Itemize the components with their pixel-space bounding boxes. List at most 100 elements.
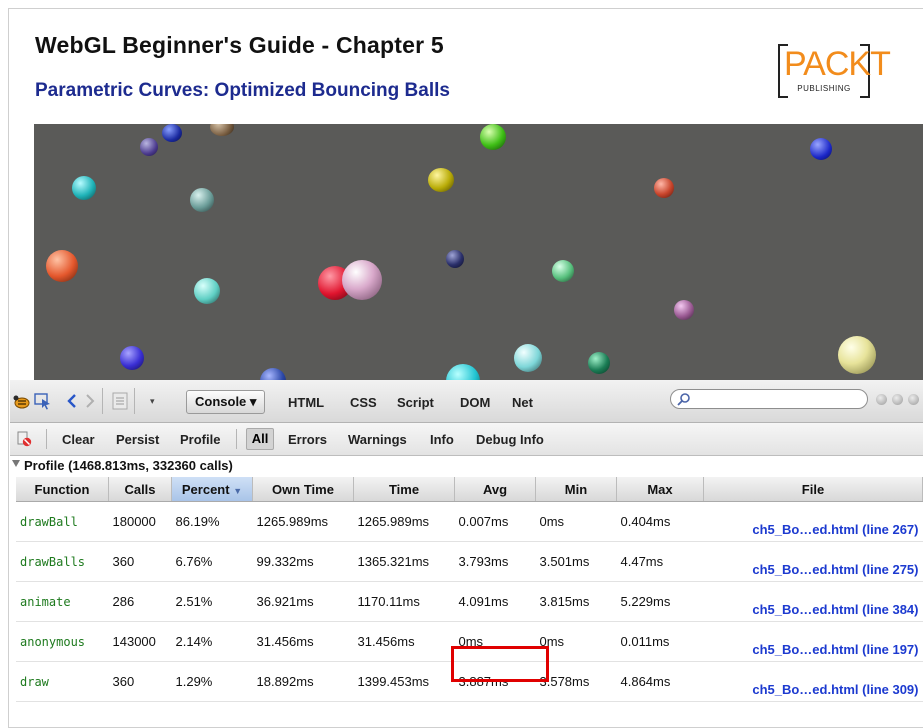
cell-percent: 2.51% xyxy=(171,581,253,622)
ball xyxy=(120,346,144,370)
cell-min: 3.501ms xyxy=(535,541,617,582)
ball xyxy=(674,300,694,320)
firebug-main-toolbar: ▾ Console ▾ HTML CSS Script DOM Net xyxy=(10,380,923,423)
cell-time: 31.456ms xyxy=(353,621,455,662)
ball xyxy=(210,124,234,136)
filter-all-button[interactable]: All xyxy=(246,428,274,450)
ball xyxy=(446,250,464,268)
col-file[interactable]: File xyxy=(703,477,923,502)
table-row[interactable]: drawBall 180000 86.19% 1265.989ms 1265.9… xyxy=(16,501,923,542)
cell-min: 0ms xyxy=(535,501,617,542)
cell-own-time: 31.456ms xyxy=(252,621,354,662)
ball xyxy=(46,250,78,282)
back-icon[interactable] xyxy=(66,393,78,409)
cell-own-time: 99.332ms xyxy=(252,541,354,582)
table-row[interactable]: animate 286 2.51% 36.921ms 1170.11ms 4.0… xyxy=(16,581,923,622)
search-input[interactable] xyxy=(670,389,868,409)
profile-button[interactable]: Profile xyxy=(180,432,220,447)
ball xyxy=(72,176,96,200)
profile-table-header: Function Calls Percent ▼ Own Time Time A… xyxy=(16,477,923,502)
ball xyxy=(428,168,454,192)
cell-percent: 2.14% xyxy=(171,621,253,662)
tab-html[interactable]: HTML xyxy=(288,395,324,410)
tab-dom[interactable]: DOM xyxy=(460,395,490,410)
cell-own-time: 1265.989ms xyxy=(252,501,354,542)
page-title: WebGL Beginner's Guide - Chapter 5 xyxy=(35,32,444,58)
cell-calls: 360 xyxy=(108,541,172,582)
cell-file-link[interactable]: ch5_Bo…ed.html (line 197) xyxy=(703,621,923,662)
firebug-icon[interactable] xyxy=(12,392,32,410)
console-filter-toolbar: Clear Persist Profile All Errors Warning… xyxy=(10,423,923,456)
filter-debug-info-button[interactable]: Debug Info xyxy=(476,432,544,447)
cell-function: anonymous xyxy=(16,621,109,662)
avg-highlight-box xyxy=(451,646,549,682)
search-icon xyxy=(677,393,690,406)
table-row[interactable]: drawBalls 360 6.76% 99.332ms 1365.321ms … xyxy=(16,541,923,582)
cell-time: 1170.11ms xyxy=(353,581,455,622)
ball xyxy=(810,138,832,160)
col-avg[interactable]: Avg xyxy=(454,477,536,502)
clear-console-icon[interactable] xyxy=(16,431,32,447)
cell-avg: 3.793ms xyxy=(454,541,536,582)
cell-max: 0.404ms xyxy=(616,501,704,542)
forward-icon[interactable] xyxy=(84,393,96,409)
cell-file-link[interactable]: ch5_Bo…ed.html (line 267) xyxy=(703,501,923,542)
col-time[interactable]: Time xyxy=(353,477,455,502)
cell-file-link[interactable]: ch5_Bo…ed.html (line 275) xyxy=(703,541,923,582)
page-subtitle: Parametric Curves: Optimized Bouncing Ba… xyxy=(35,80,450,101)
col-calls[interactable]: Calls xyxy=(108,477,172,502)
webgl-canvas[interactable] xyxy=(34,124,923,396)
col-function[interactable]: Function xyxy=(16,477,109,502)
tab-net[interactable]: Net xyxy=(512,395,533,410)
col-own-time[interactable]: Own Time xyxy=(252,477,354,502)
cell-max: 5.229ms xyxy=(616,581,704,622)
toolbar-separator xyxy=(102,388,103,414)
cell-own-time: 36.921ms xyxy=(252,581,354,622)
ball xyxy=(162,124,182,142)
cell-max: 4.47ms xyxy=(616,541,704,582)
tab-css[interactable]: CSS xyxy=(350,395,377,410)
ball xyxy=(190,188,214,212)
toolbar-separator xyxy=(236,429,237,449)
ball xyxy=(588,352,610,374)
cell-percent: 86.19% xyxy=(171,501,253,542)
close-icon[interactable] xyxy=(908,394,919,405)
ball xyxy=(514,344,542,372)
cell-calls: 286 xyxy=(108,581,172,622)
ball xyxy=(140,138,158,156)
cell-function: drawBalls xyxy=(16,541,109,582)
sort-desc-icon: ▼ xyxy=(233,485,243,496)
filter-errors-button[interactable]: Errors xyxy=(288,432,327,447)
inspect-icon[interactable] xyxy=(34,392,52,410)
panel-menu-icon[interactable] xyxy=(112,391,128,411)
toolbar-separator xyxy=(134,388,135,414)
filter-warnings-button[interactable]: Warnings xyxy=(348,432,407,447)
filter-info-button[interactable]: Info xyxy=(430,432,454,447)
col-max[interactable]: Max xyxy=(616,477,704,502)
packt-logo: PACKT PUBLISHING xyxy=(778,44,891,98)
minimize-icon[interactable] xyxy=(876,394,887,405)
cell-max: 0.011ms xyxy=(616,621,704,662)
ball xyxy=(480,124,506,150)
clear-button[interactable]: Clear xyxy=(62,432,95,447)
profile-summary[interactable]: Profile (1468.813ms, 332360 calls) xyxy=(10,458,923,476)
dropdown-arrow-icon[interactable]: ▾ xyxy=(150,396,155,407)
ball xyxy=(654,178,674,198)
detach-icon[interactable] xyxy=(892,394,903,405)
cell-avg: 0.007ms xyxy=(454,501,536,542)
col-min[interactable]: Min xyxy=(535,477,617,502)
toolbar-separator xyxy=(46,429,47,449)
col-percent[interactable]: Percent ▼ xyxy=(171,477,253,502)
tab-script[interactable]: Script xyxy=(397,395,434,410)
cell-time: 1265.989ms xyxy=(353,501,455,542)
cell-file-link[interactable]: ch5_Bo…ed.html (line 384) xyxy=(703,581,923,622)
persist-button[interactable]: Persist xyxy=(116,432,159,447)
tab-console[interactable]: Console ▾ xyxy=(186,390,266,414)
cell-function: animate xyxy=(16,581,109,622)
cell-calls: 180000 xyxy=(108,501,172,542)
cell-calls: 143000 xyxy=(108,621,172,662)
cell-min: 3.815ms xyxy=(535,581,617,622)
ball xyxy=(838,336,876,374)
cell-avg: 4.091ms xyxy=(454,581,536,622)
ball xyxy=(194,278,220,304)
